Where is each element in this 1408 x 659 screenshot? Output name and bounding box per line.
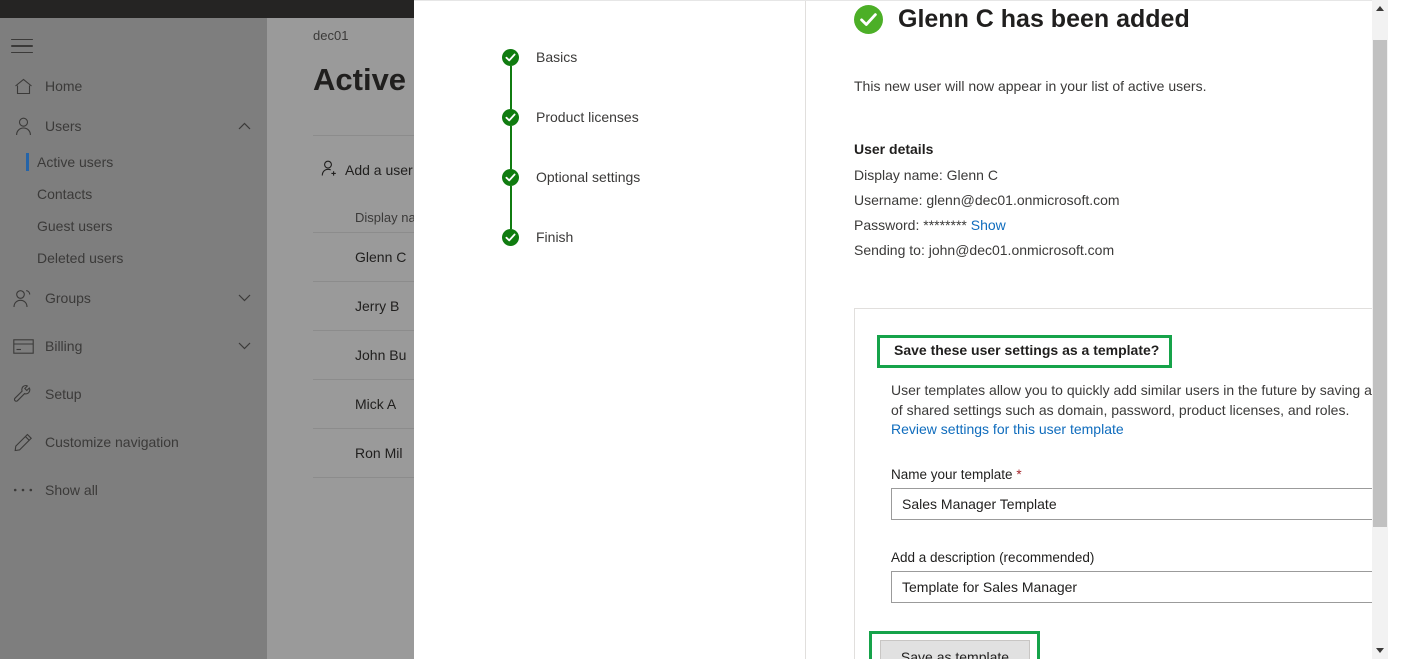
sidebar-item-billing[interactable]: Billing	[0, 326, 267, 366]
wizard-steps: Basics Product licenses Optional setting…	[502, 49, 640, 246]
step-complete-check-icon	[502, 169, 519, 186]
step-complete-check-icon	[502, 49, 519, 66]
chevron-down-icon[interactable]	[229, 342, 259, 350]
save-template-card: Save these user settings as a template? …	[854, 308, 1408, 659]
save-template-description-line1: User templates allow you to quickly add …	[891, 382, 1372, 398]
wrench-icon	[8, 383, 38, 405]
sidebar-item-deleted-users[interactable]: Deleted users	[0, 242, 267, 274]
add-a-user-label: Add a user	[345, 162, 413, 178]
template-name-label-text: Name your template	[891, 467, 1013, 482]
sidebar-item-home[interactable]: Home	[0, 66, 267, 106]
chevron-down-icon[interactable]	[229, 294, 259, 302]
wizard-step-basics[interactable]: Basics	[502, 49, 640, 109]
wizard-step-optional-settings[interactable]: Optional settings	[502, 169, 640, 229]
sidebar-item-users[interactable]: Users	[0, 106, 267, 146]
wizard-step-label: Optional settings	[536, 169, 641, 185]
sidebar-nav-list: Home Users Active users Contacts Guest u…	[0, 66, 267, 510]
sidebar-item-label: Show all	[45, 482, 98, 498]
wizard-step-label: Finish	[536, 229, 574, 245]
sidebar-item-guest-users[interactable]: Guest users	[0, 210, 267, 242]
sidebar-item-label: Home	[45, 78, 83, 94]
template-description-input[interactable]	[891, 571, 1408, 603]
sidebar-item-label: Setup	[45, 386, 82, 402]
wizard-step-product-licenses[interactable]: Product licenses	[502, 109, 640, 169]
scroll-up-arrow-icon[interactable]	[1372, 0, 1388, 17]
sidebar-item-customize-navigation[interactable]: Customize navigation	[0, 422, 267, 462]
sidebar-item-show-all[interactable]: Show all	[0, 470, 267, 510]
step-complete-check-icon	[502, 109, 519, 126]
template-name-field-group: Name your template *	[891, 467, 1408, 520]
home-icon	[8, 75, 38, 97]
add-user-icon	[321, 160, 338, 180]
save-template-title-highlight: Save these user settings as a template?	[877, 335, 1173, 368]
result-heading-text: Glenn C has been added	[898, 5, 1190, 33]
breadcrumb[interactable]: dec01	[313, 28, 348, 43]
sidebar-subitem-label: Active users	[37, 154, 114, 170]
user-password-masked: Password: ********	[854, 217, 967, 233]
save-as-template-highlight: Save as template	[869, 631, 1040, 659]
step-connector	[510, 186, 512, 229]
wizard-step-label: Basics	[536, 49, 578, 65]
sidebar-item-label: Users	[45, 118, 82, 134]
review-template-settings-link[interactable]: Review settings for this user template	[891, 421, 1408, 437]
add-user-wizard-panel: Basics Product licenses Optional setting…	[414, 0, 1408, 659]
sidebar-item-active-users[interactable]: Active users	[0, 146, 267, 178]
sidebar-subitem-label: Guest users	[37, 218, 113, 234]
navigation-sidebar: Home Users Active users Contacts Guest u…	[0, 18, 267, 659]
wizard-step-label: Product licenses	[536, 109, 639, 125]
sidebar-subitem-label: Deleted users	[37, 250, 124, 266]
wizard-step-finish[interactable]: Finish	[502, 229, 640, 246]
sidebar-item-label: Billing	[45, 338, 83, 354]
ellipsis-icon	[8, 479, 38, 501]
save-template-description-line2: of shared settings such as domain, passw…	[891, 402, 1350, 418]
step-complete-check-icon	[502, 229, 519, 246]
save-as-template-button[interactable]: Save as template	[880, 640, 1030, 659]
save-template-title: Save these user settings as a template?	[894, 342, 1160, 358]
hamburger-icon[interactable]	[8, 34, 36, 58]
sidebar-subitem-label: Contacts	[37, 186, 93, 202]
sidebar-item-label: Customize navigation	[45, 434, 179, 450]
result-heading: Glenn C has been added	[854, 5, 1190, 34]
user-details-title: User details	[854, 141, 934, 157]
user-icon	[8, 115, 38, 137]
right-spacer	[1388, 0, 1408, 659]
success-check-icon	[854, 5, 883, 34]
user-password-row: Password: ******** Show	[854, 217, 1120, 233]
step-connector	[510, 126, 512, 169]
user-username: Username: glenn@dec01.onmicrosoft.com	[854, 192, 1120, 208]
scrollbar-thumb[interactable]	[1373, 40, 1387, 527]
template-name-input[interactable]	[891, 488, 1408, 520]
user-sending-to: Sending to: john@dec01.onmicrosoft.com	[854, 242, 1115, 258]
chevron-up-icon[interactable]	[229, 122, 259, 130]
user-display-name: Display name: Glenn C	[854, 167, 998, 183]
user-details-block: User details Display name: Glenn C Usern…	[854, 141, 1120, 267]
required-marker: *	[1016, 467, 1022, 482]
show-password-link[interactable]: Show	[971, 217, 1006, 233]
credit-card-icon	[8, 335, 38, 357]
scroll-down-arrow-glyph	[1376, 648, 1384, 653]
save-template-body: User templates allow you to quickly add …	[855, 380, 1408, 659]
sidebar-item-setup[interactable]: Setup	[0, 374, 267, 414]
app-top-bar	[0, 0, 414, 18]
wizard-finish-pane: Glenn C has been added This new user wil…	[806, 1, 1408, 659]
sidebar-item-contacts[interactable]: Contacts	[0, 178, 267, 210]
result-subtext: This new user will now appear in your li…	[854, 78, 1207, 94]
template-description-label: Add a description (recommended)	[891, 550, 1095, 565]
scroll-down-arrow-icon[interactable]	[1372, 642, 1388, 659]
add-a-user-button[interactable]: Add a user	[321, 160, 413, 180]
template-name-label: Name your template *	[891, 467, 1408, 482]
pencil-icon	[8, 431, 38, 453]
vertical-scrollbar[interactable]	[1372, 0, 1388, 659]
people-icon	[8, 287, 38, 309]
wizard-step-rail: Basics Product licenses Optional setting…	[414, 1, 806, 659]
template-description-field-group: Add a description (recommended)	[891, 550, 1408, 603]
sidebar-item-groups[interactable]: Groups	[0, 278, 267, 318]
scroll-up-arrow-glyph	[1376, 6, 1384, 11]
sidebar-item-label: Groups	[45, 290, 91, 306]
save-template-description: User templates allow you to quickly add …	[891, 380, 1408, 420]
step-connector	[510, 66, 512, 109]
